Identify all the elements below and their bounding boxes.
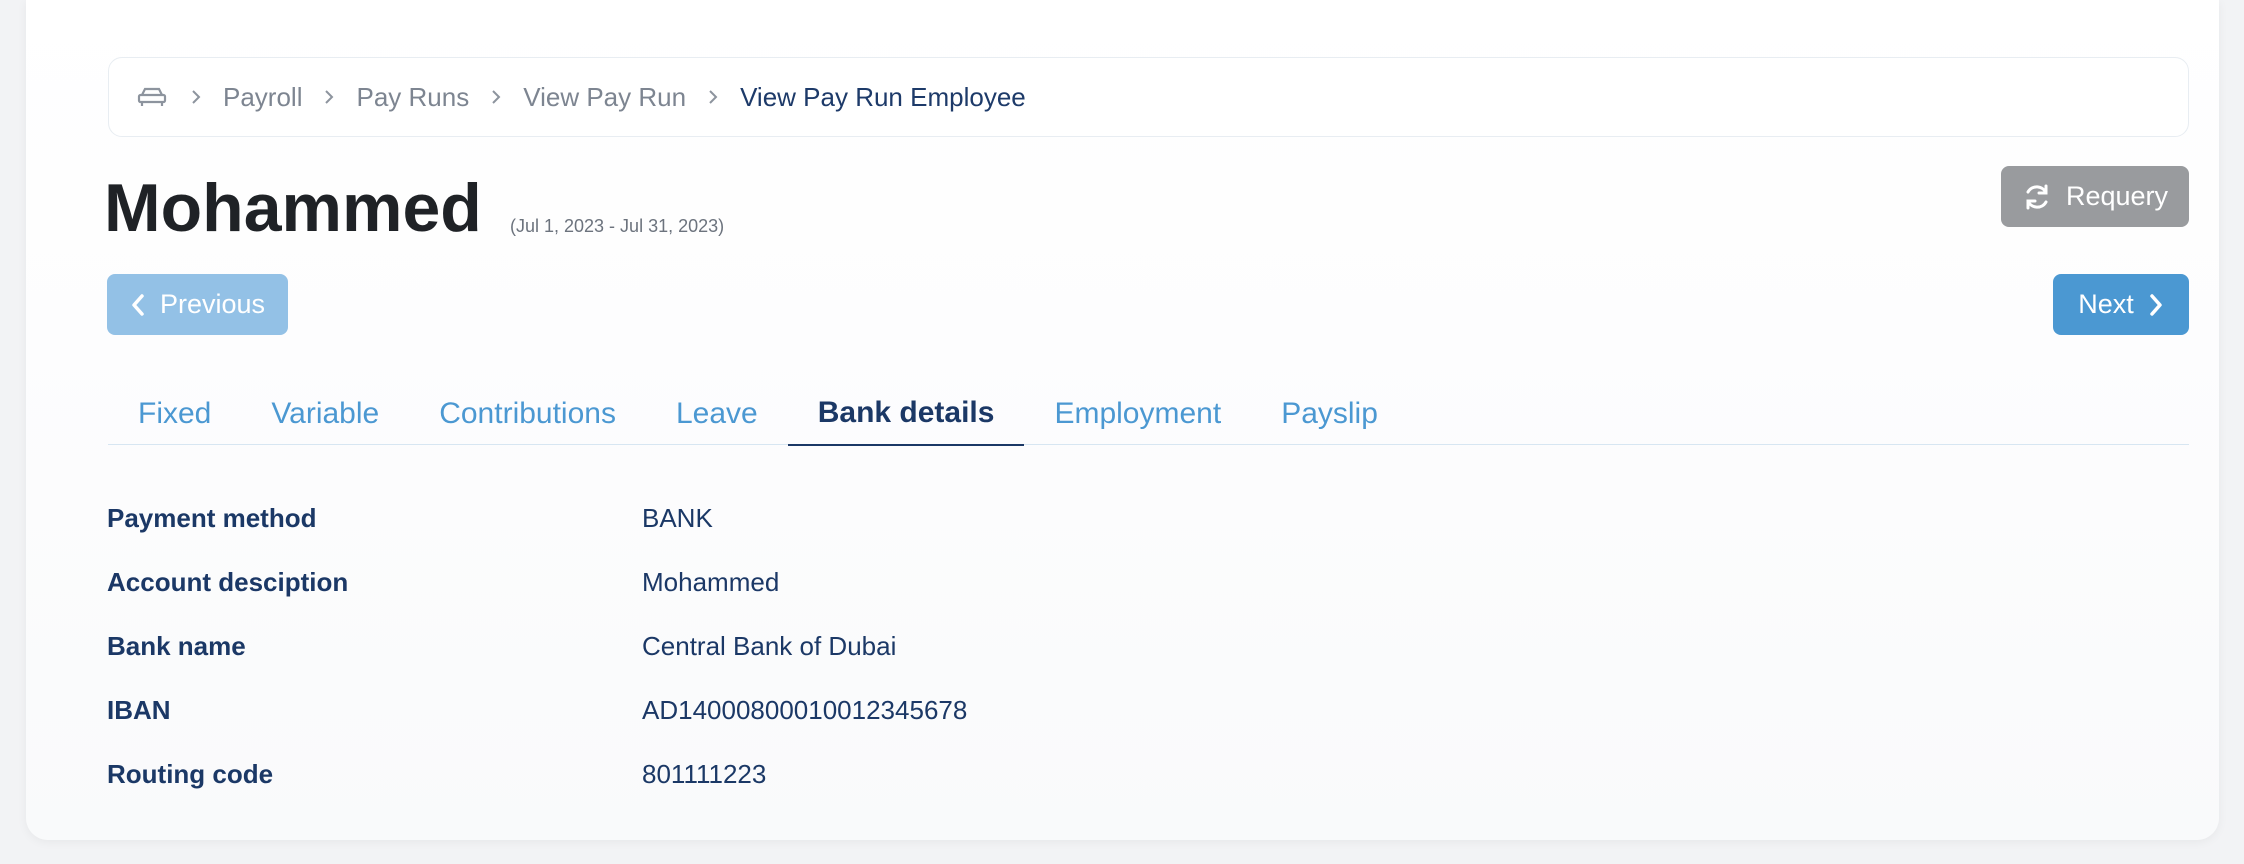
- chevron-right-icon: [189, 86, 203, 108]
- requery-button[interactable]: Requery: [2001, 166, 2189, 227]
- tab-leave[interactable]: Leave: [646, 382, 788, 446]
- detail-value: AD1400080001001234567​8: [642, 694, 968, 725]
- detail-row-iban: IBAN AD1400080001001234567​8: [107, 678, 967, 742]
- detail-row-payment-method: Payment method BANK: [107, 486, 967, 550]
- breadcrumb-pay-runs[interactable]: Pay Runs: [356, 82, 469, 113]
- breadcrumb-view-pay-run[interactable]: View Pay Run: [523, 82, 686, 113]
- chevron-right-icon: [489, 86, 503, 108]
- detail-value: BANK: [642, 502, 713, 533]
- previous-label: Previous: [159, 289, 266, 319]
- tab-employment[interactable]: Employment: [1024, 382, 1251, 446]
- detail-row-account-description: Account desciption Mohammed: [107, 550, 967, 614]
- page-card: Payroll Pay Runs View Pay Run View Pay R…: [26, 0, 2219, 840]
- home-icon[interactable]: [137, 85, 169, 109]
- detail-label: Routing code: [107, 758, 274, 789]
- tab-variable[interactable]: Variable: [241, 382, 409, 446]
- breadcrumb-payroll[interactable]: Payroll: [223, 82, 302, 113]
- detail-label: Payment method: [107, 502, 317, 533]
- next-button[interactable]: Next: [2053, 274, 2189, 335]
- detail-label: Account desciption: [107, 566, 349, 597]
- detail-value: Mohammed: [642, 566, 780, 597]
- detail-row-bank-name: Bank name Central Bank of Dubai: [107, 614, 967, 678]
- tab-bar: Fixed Variable Contributions Leave Bank …: [108, 381, 2189, 446]
- chevron-right-icon: [322, 86, 336, 108]
- bank-details-list: Payment method BANK Account desciption M…: [107, 486, 967, 806]
- previous-button[interactable]: Previous: [107, 274, 288, 335]
- detail-label: Bank name: [107, 630, 246, 661]
- page-title: Mohammed: [104, 170, 482, 246]
- detail-row-routing-code: Routing code 801111223: [107, 742, 967, 806]
- tab-bank-details[interactable]: Bank details: [787, 382, 1025, 446]
- detail-value: 801111223: [642, 758, 767, 789]
- chevron-left-icon: [132, 293, 144, 316]
- next-label: Next: [2078, 289, 2134, 319]
- pay-period: (Jul 1, 2023 - Jul 31, 2023): [510, 216, 725, 236]
- chevron-right-icon: [706, 86, 720, 108]
- breadcrumb-current: View Pay Run Employee: [740, 81, 1026, 112]
- detail-value: Central Bank of Dubai: [642, 630, 897, 661]
- tab-contributions[interactable]: Contributions: [409, 382, 646, 446]
- tab-payslip[interactable]: Payslip: [1251, 382, 1408, 446]
- detail-label: IBAN: [107, 694, 171, 725]
- requery-label: Requery: [2065, 181, 2169, 211]
- refresh-icon: [2026, 184, 2048, 209]
- tab-fixed[interactable]: Fixed: [108, 382, 241, 446]
- chevron-right-icon: [2150, 293, 2162, 316]
- breadcrumb: Payroll Pay Runs View Pay Run View Pay R…: [108, 57, 2189, 137]
